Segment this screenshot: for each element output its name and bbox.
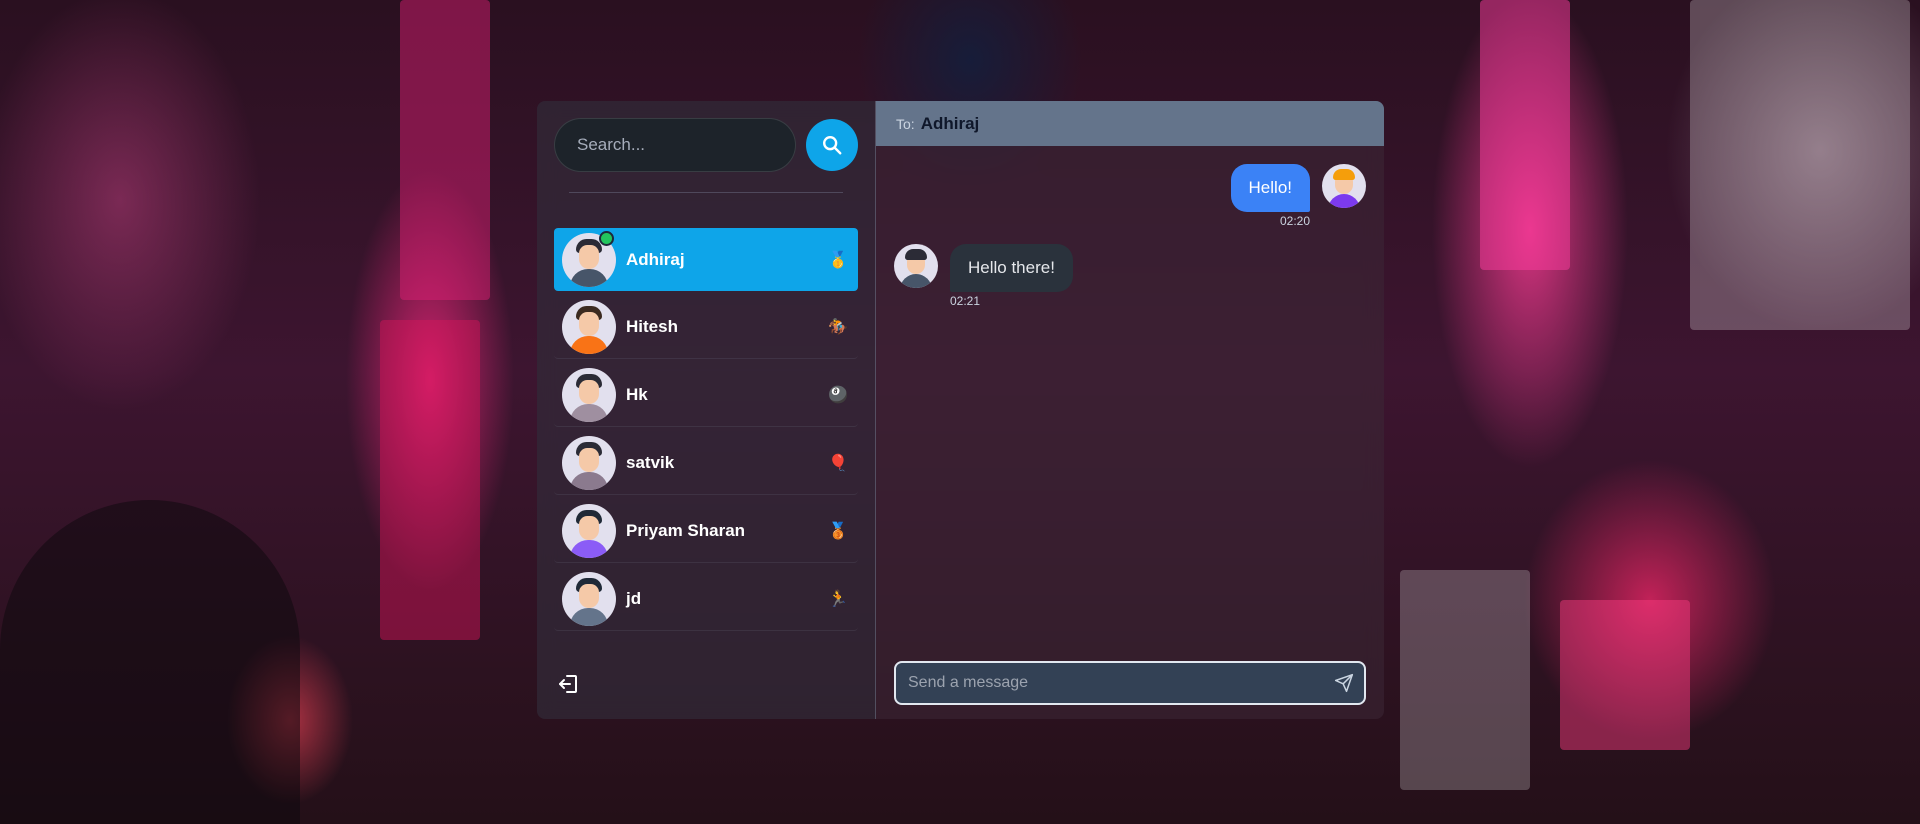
- search-button[interactable]: [806, 119, 858, 171]
- avatar: [562, 367, 616, 422]
- contact-emoji: 🏃: [828, 590, 848, 608]
- send-button[interactable]: [1334, 673, 1354, 693]
- avatar: [562, 571, 616, 626]
- search-bar: [554, 118, 858, 172]
- chat-header: To: Adhiraj: [876, 101, 1384, 146]
- contact-emoji: 🎱: [828, 386, 848, 404]
- avatar: [562, 435, 616, 490]
- avatar: [562, 299, 616, 354]
- contact-name: Hk: [626, 384, 648, 404]
- chat-app-window: Adhiraj 🥇 Hitesh 🏇 Hk 🎱 satvik 🎈 Priyam Sharan 🥉 j…: [537, 101, 1384, 719]
- contact-list: Adhiraj 🥇 Hitesh 🏇 Hk 🎱 satvik 🎈 Priyam Sharan 🥉 j…: [554, 228, 858, 631]
- contact-emoji: 🏇: [828, 318, 848, 336]
- message-bubble: Hello!: [1230, 164, 1310, 212]
- contact-item[interactable]: Adhiraj 🥇: [554, 228, 858, 291]
- contact-name: Hitesh: [626, 316, 678, 336]
- message-time: 02:21: [950, 294, 981, 308]
- contact-item[interactable]: Hk 🎱: [554, 363, 858, 427]
- logout-button[interactable]: [557, 672, 581, 701]
- message-input[interactable]: [906, 673, 1334, 693]
- message-composer: [894, 661, 1366, 705]
- chat-pane: To: Adhiraj Hello! 02:20 Hello there! 02…: [876, 101, 1384, 719]
- contact-item[interactable]: jd 🏃: [554, 567, 858, 631]
- sidebar: Adhiraj 🥇 Hitesh 🏇 Hk 🎱 satvik 🎈 Priyam Sharan 🥉 j…: [537, 101, 876, 719]
- to-label: To:: [896, 115, 915, 132]
- contact-name: satvik: [626, 452, 675, 472]
- message-outgoing: Hello! 02:20: [894, 164, 1366, 228]
- search-icon: [823, 136, 842, 155]
- avatar: [894, 244, 938, 288]
- contact-name: Priyam Sharan: [626, 520, 746, 540]
- search-input[interactable]: [554, 118, 796, 172]
- contact-item[interactable]: Hitesh 🏇: [554, 295, 858, 359]
- send-icon: [1334, 673, 1354, 693]
- message-time: 02:20: [1279, 214, 1310, 228]
- recipient-name: Adhiraj: [920, 113, 980, 133]
- online-status-dot: [599, 231, 614, 246]
- contact-emoji: 🥉: [828, 522, 848, 540]
- contact-emoji: 🥇: [828, 251, 848, 269]
- contact-item[interactable]: Priyam Sharan 🥉: [554, 499, 858, 563]
- message-bubble: Hello there!: [950, 244, 1073, 292]
- contact-item[interactable]: satvik 🎈: [554, 431, 858, 495]
- contact-name: jd: [626, 588, 642, 608]
- contact-emoji: 🎈: [828, 454, 848, 472]
- logout-icon: [559, 675, 577, 693]
- avatar: [1322, 164, 1366, 208]
- contact-name: Adhiraj: [626, 249, 685, 269]
- message-list: Hello! 02:20 Hello there! 02:21: [876, 146, 1384, 719]
- sidebar-divider: [569, 192, 843, 193]
- message-incoming: Hello there! 02:21: [894, 244, 1366, 308]
- avatar: [562, 503, 616, 558]
